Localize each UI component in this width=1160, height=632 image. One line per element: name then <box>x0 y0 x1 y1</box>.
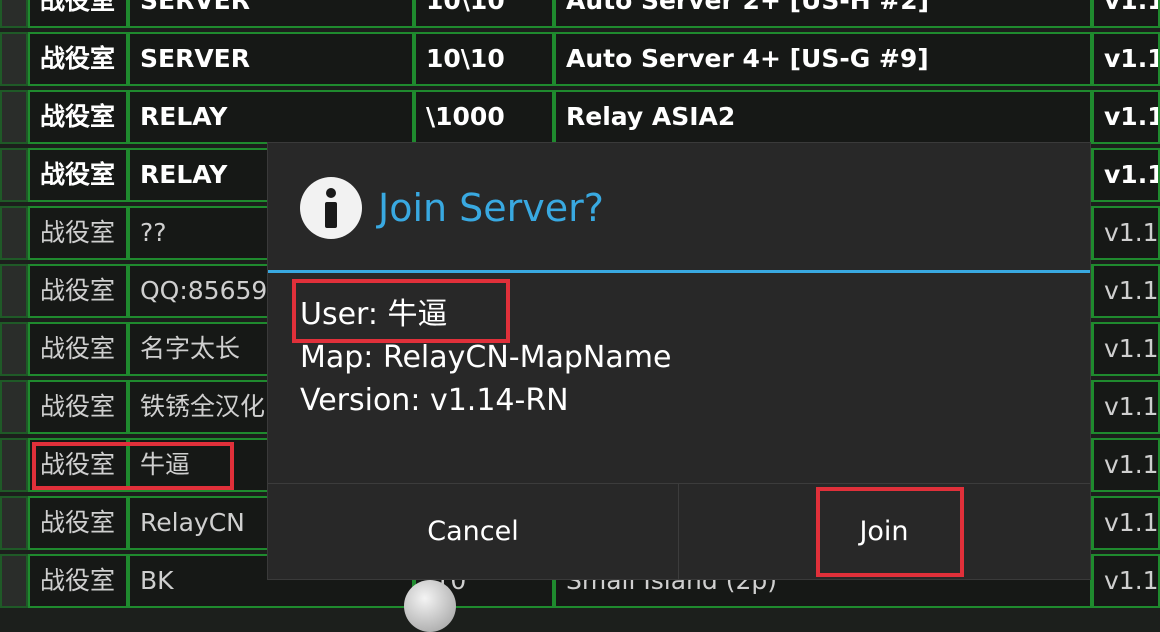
server-version: v1.14 <box>1092 438 1160 492</box>
server-row[interactable]: 战役室 SERVER 10\10 Auto Server 2+ [US-H #2… <box>0 0 1160 32</box>
server-name: SERVER <box>128 32 414 86</box>
row-edge <box>0 554 28 608</box>
server-version: v1.14 <box>1092 496 1160 550</box>
server-mode: 战役室 <box>28 0 128 28</box>
server-map: Auto Server 4+ [US-G #9] <box>554 32 1092 86</box>
row-edge <box>0 380 28 434</box>
server-mode: 战役室 <box>28 496 128 550</box>
row-highlight-box <box>32 442 234 490</box>
server-version: v1.14 <box>1092 90 1160 144</box>
row-edge <box>0 32 28 86</box>
server-version: v1.14 <box>1092 206 1160 260</box>
server-mode: 战役室 <box>28 32 128 86</box>
join-server-dialog: Join Server? User: 牛逼 Map: RelayCN-MapNa… <box>268 143 1090 580</box>
cancel-button[interactable]: Cancel <box>268 484 678 580</box>
row-edge <box>0 264 28 318</box>
server-row[interactable]: 战役室 RELAY \1000 Relay ASIA2 v1.14 <box>0 90 1160 148</box>
server-name: SERVER <box>128 0 414 28</box>
user-highlight-box <box>292 279 510 343</box>
server-players: \1000 <box>414 90 554 144</box>
dialog-title: Join Server? <box>378 186 604 230</box>
row-edge <box>0 206 28 260</box>
server-mode: 战役室 <box>28 322 128 376</box>
row-edge <box>0 0 28 28</box>
server-version: v1.14 <box>1092 264 1160 318</box>
server-mode: 战役室 <box>28 90 128 144</box>
row-edge <box>0 322 28 376</box>
server-mode: 战役室 <box>28 554 128 608</box>
server-version: v1.14 <box>1092 32 1160 86</box>
server-version: v1.14 <box>1092 148 1160 202</box>
server-mode: 战役室 <box>28 148 128 202</box>
server-name: RELAY <box>128 90 414 144</box>
dialog-button-bar: Cancel Join <box>268 483 1090 580</box>
row-edge <box>0 496 28 550</box>
server-map: Auto Server 2+ [US-H #2] <box>554 0 1092 28</box>
dialog-header: Join Server? <box>268 143 1090 273</box>
row-edge <box>0 438 28 492</box>
server-row[interactable]: 战役室 SERVER 10\10 Auto Server 4+ [US-G #9… <box>0 32 1160 90</box>
row-edge <box>0 148 28 202</box>
server-mode: 战役室 <box>28 206 128 260</box>
join-highlight-box <box>816 487 964 577</box>
server-version: v1.14 <box>1092 0 1160 28</box>
version-line: Version: v1.14-RN <box>300 383 569 418</box>
server-version: v1.14 <box>1092 322 1160 376</box>
server-version: v1.14 <box>1092 554 1160 608</box>
server-version: v1.14 <box>1092 380 1160 434</box>
title-divider <box>268 270 1090 273</box>
server-map: Relay ASIA2 <box>554 90 1092 144</box>
scroll-knob[interactable] <box>404 580 456 632</box>
server-mode: 战役室 <box>28 380 128 434</box>
server-mode: 战役室 <box>28 264 128 318</box>
info-icon <box>300 177 362 239</box>
server-players: 10\10 <box>414 32 554 86</box>
server-players: 10\10 <box>414 0 554 28</box>
row-edge <box>0 90 28 144</box>
